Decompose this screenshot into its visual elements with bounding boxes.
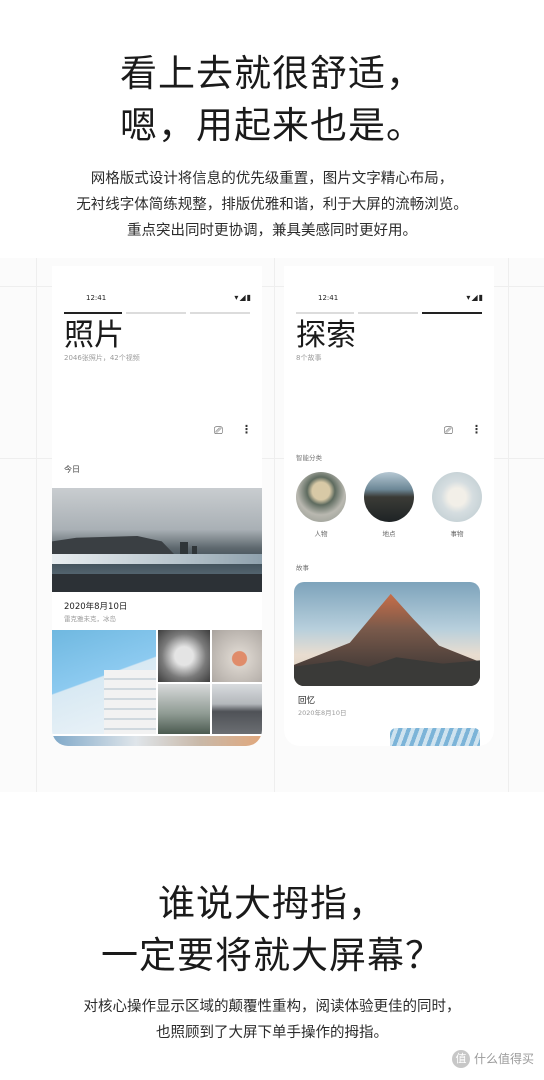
category-people[interactable] (296, 472, 346, 522)
intro-paragraph: 网格版式设计将信息的优先级重置，图片文字精心布局， 无衬线字体简练规整，排版优雅… (0, 166, 544, 244)
status-bar: 12:41 ▾◢▮ (284, 292, 494, 306)
intro-line-2: 无衬线字体简练规整，排版优雅和谐，利于大屏的流畅浏览。 (76, 197, 468, 213)
intro-line-3: 重点突出同时更协调，兼具美感同时更好用。 (127, 223, 417, 239)
headline-top-line-2: 嗯，用起来也是。 (120, 104, 424, 147)
photo-count: 2046张照片，42个视频 (64, 354, 140, 362)
status-time: 12:41 (318, 294, 339, 302)
category-things[interactable] (432, 472, 482, 522)
story-count: 8个故事 (296, 354, 322, 362)
category-label: 事物 (450, 530, 464, 538)
hero-cliff (52, 536, 174, 554)
category-label: 地点 (382, 530, 396, 538)
memory-title: 回忆 (298, 696, 316, 706)
hero-sea-stack (192, 546, 197, 554)
grid-line (274, 258, 275, 792)
outro-line-1: 对核心操作显示区域的颠覆性重构，阅读体验更佳的同时， (83, 999, 461, 1015)
status-icons: ▾◢▮ (234, 293, 252, 302)
page-title: 照片 (64, 318, 124, 353)
hero-photo[interactable] (52, 488, 262, 592)
category-label: 人物 (314, 530, 328, 538)
next-story-card[interactable] (390, 728, 480, 746)
photo-thumbnail[interactable] (158, 630, 210, 682)
tab-indicator-other[interactable] (422, 312, 482, 314)
photo-thumbnail[interactable] (158, 684, 210, 734)
grid-line (36, 258, 37, 792)
page-title: 探索 (296, 318, 356, 353)
hero-place: 雷克雅未克，冰岛 (64, 615, 116, 623)
memory-card[interactable] (294, 582, 480, 686)
cast-icon[interactable]: ⎚ (444, 424, 453, 438)
headline-bottom-line-2: 一定要将就大屏幕？ (101, 934, 443, 977)
explore-screen: 12:41 ▾◢▮ 探索 8个故事 ⎚ ⋮ 智能分类 人物 地点 事物 故事 回… (284, 266, 494, 746)
watermark-logo-icon: 值 (451, 1050, 470, 1068)
section-categories: 智能分类 (296, 454, 322, 462)
more-vert-icon[interactable]: ⋮ (471, 423, 482, 436)
cast-icon[interactable]: ⎚ (214, 424, 223, 438)
headline-bottom-line-1: 谁说大拇指， (158, 882, 386, 925)
tab-indicator-photos[interactable] (296, 312, 354, 314)
photos-screen: 12:41 ▾◢▮ 照片 2046张照片，42个视频 ⎚ ⋮ 今日 2020年8… (52, 266, 262, 746)
status-bar: 12:41 ▾◢▮ (52, 292, 262, 306)
status-time: 12:41 (86, 294, 107, 302)
headline-top: 看上去就很舒适， 嗯，用起来也是。 (0, 48, 544, 152)
tab-indicator-photos[interactable] (64, 312, 122, 314)
headline-top-line-1: 看上去就很舒适， (120, 52, 424, 95)
tab-indicator-explore[interactable] (126, 312, 186, 314)
photo-thumbnail[interactable] (212, 630, 262, 682)
photo-thumbnail[interactable] (52, 736, 262, 746)
outro-paragraph: 对核心操作显示区域的颠覆性重构，阅读体验更佳的同时， 也照顾到了大屏下单手操作的… (0, 994, 544, 1046)
hero-date: 2020年8月10日 (64, 602, 128, 612)
category-places[interactable] (364, 472, 414, 522)
grid-line (508, 258, 509, 792)
tab-indicator-explore[interactable] (358, 312, 418, 314)
photo-thumbnail[interactable] (212, 684, 262, 734)
photo-thumbnail[interactable] (52, 630, 156, 734)
tab-indicator-other[interactable] (190, 312, 250, 314)
watermark: 值什么值得买 (451, 1050, 534, 1068)
more-vert-icon[interactable]: ⋮ (241, 423, 252, 436)
watermark-text: 什么值得买 (473, 1051, 534, 1066)
status-icons: ▾◢▮ (466, 293, 484, 302)
hero-surf (52, 554, 262, 564)
hero-sea-stack (180, 542, 188, 554)
section-today: 今日 (64, 465, 80, 474)
memory-date: 2020年8月10日 (298, 709, 347, 717)
intro-line-1: 网格版式设计将信息的优先级重置，图片文字精心布局， (90, 171, 454, 187)
headline-bottom: 谁说大拇指， 一定要将就大屏幕？ (0, 878, 544, 982)
hero-sand (52, 574, 262, 592)
section-stories: 故事 (296, 564, 309, 572)
outro-line-2: 也照顾到了大屏下单手操作的拇指。 (156, 1025, 388, 1041)
